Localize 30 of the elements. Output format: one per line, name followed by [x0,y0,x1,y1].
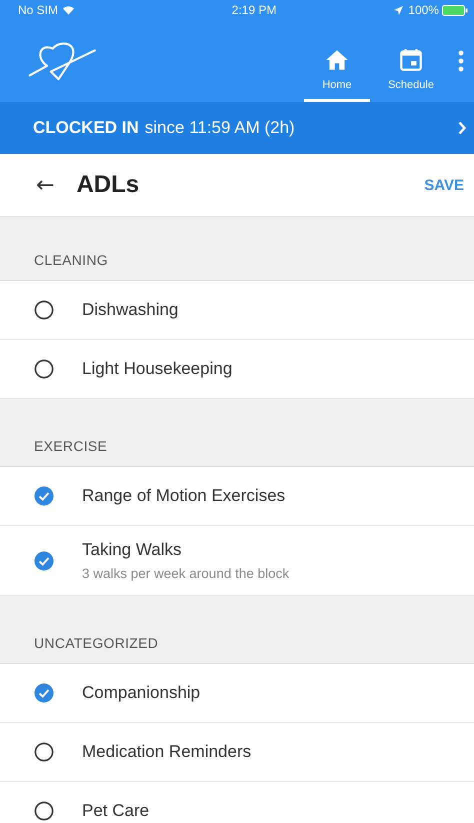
task-label: Light Housekeeping [82,359,232,379]
page-title: ADLs [76,171,140,199]
calendar-icon [398,47,424,73]
task-label: Companionship [82,683,200,703]
task-label: Range of Motion Exercises [82,486,286,506]
clock-status-text: CLOCKED IN [33,118,139,138]
section-title: UNCATEGORIZED [34,635,158,651]
battery-icon [442,4,468,16]
task-label: Medication Reminders [82,742,252,762]
section-title: EXERCISE [34,438,108,454]
task-row[interactable]: Medication Reminders [0,723,474,782]
wifi-icon [63,6,74,14]
battery-text: 100% [408,3,439,17]
location-icon [394,6,404,14]
more-icon[interactable] [458,50,464,72]
task-row[interactable]: Range of Motion Exercises [0,467,474,526]
section-title: CLEANING [34,252,108,268]
task-label: Taking Walks [82,540,183,560]
task-label: Dishwashing [82,300,178,320]
back-button[interactable]: ← [36,172,54,198]
task-row[interactable]: Pet Care [0,782,474,823]
task-label: Pet Care [82,801,150,821]
chevron-right-icon [458,121,466,135]
clock-text: 2:19 PM [230,3,276,17]
clock-in-banner[interactable]: CLOCKED IN since 11:59 AM (2h) [0,102,474,154]
clock-since-text: since 11:59 AM (2h) [144,118,295,138]
task-note: 3 walks per week around the block [82,566,290,581]
carrier-text: No SIM [18,3,58,17]
task-row[interactable]: Companionship [0,664,474,723]
task-row[interactable]: Dishwashing [0,281,474,340]
